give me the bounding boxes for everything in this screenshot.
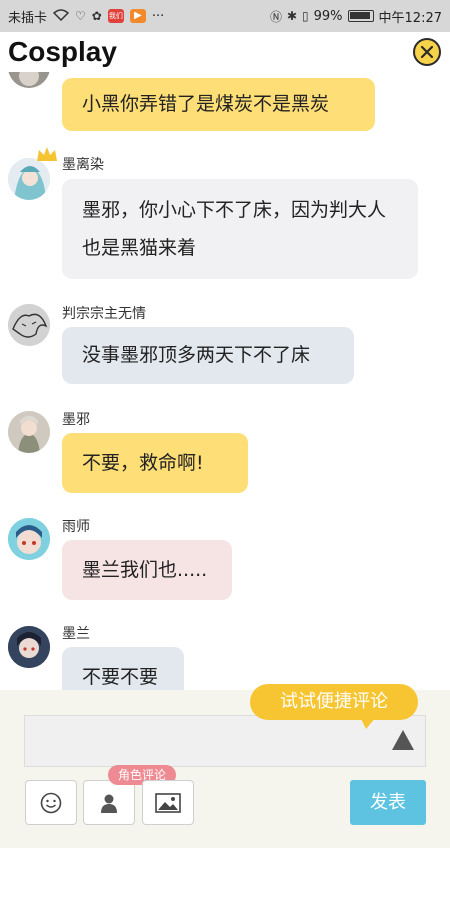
avatar[interactable] <box>8 304 50 346</box>
username: 雨师 <box>62 519 90 535</box>
send-triangle-icon[interactable] <box>392 730 414 750</box>
username: 墨兰 <box>62 626 90 642</box>
message-bubble[interactable]: 没事墨邪顶多两天下不了床 <box>62 327 354 384</box>
page-title: Cosplay <box>8 36 117 67</box>
image-icon <box>155 792 181 813</box>
role-comment-button[interactable] <box>83 780 135 825</box>
username: 墨邪 <box>62 412 90 428</box>
quick-comment-tip[interactable]: 试试便捷评论 <box>250 684 418 729</box>
close-icon <box>420 45 434 59</box>
publish-button[interactable]: 发表 <box>350 780 426 825</box>
image-button[interactable] <box>142 780 194 825</box>
person-icon <box>101 794 117 813</box>
app-notification-icon: ✿ <box>91 9 102 23</box>
more-notifications: ··· <box>151 8 165 24</box>
chat-list[interactable]: 小黑你弄错了是煤炭不是黑炭 墨离染 墨邪，你小心下不了床，因为判大人也是黑猫来着… <box>0 72 450 690</box>
carrier-label: 未插卡 <box>8 10 48 26</box>
close-button[interactable] <box>413 38 441 66</box>
status-bar: 未插卡 ♡ ✿ 我们 ▶ ··· Ⓝ ✱ ▯ 99% 中午12:27 <box>0 0 450 32</box>
message-bubble[interactable]: 不要，救命啊! <box>62 433 248 493</box>
username: 判宗宗主无情 <box>62 306 146 322</box>
header: Cosplay <box>0 32 450 72</box>
avatar[interactable] <box>8 411 50 453</box>
bluetooth-icon: ✱ <box>286 9 298 23</box>
message-bubble[interactable]: 墨邪，你小心下不了床，因为判大人也是黑猫来着 <box>62 179 418 279</box>
emoji-icon <box>40 792 62 813</box>
screen: 未插卡 ♡ ✿ 我们 ▶ ··· Ⓝ ✱ ▯ 99% 中午12:27 Cospl… <box>0 0 450 900</box>
bottom-spacer <box>0 848 450 900</box>
crown-icon <box>36 146 58 166</box>
video-app-icon: ▶ <box>129 9 146 23</box>
battery-percent: 99% <box>313 8 343 24</box>
battery-icon <box>347 10 374 22</box>
avatar[interactable] <box>8 626 50 668</box>
comment-input-area: 试试便捷评论 角色评论 发表 <box>0 684 450 848</box>
heart-icon: ♡ <box>75 9 86 23</box>
username: 墨离染 <box>62 157 104 173</box>
vibrate-icon: ▯ <box>302 9 309 23</box>
app-badge-icon: 我们 <box>107 9 124 23</box>
message-bubble[interactable]: 小黑你弄错了是煤炭不是黑炭 <box>62 78 375 131</box>
avatar[interactable] <box>8 518 50 560</box>
avatar[interactable] <box>8 72 50 88</box>
clock: 中午12:27 <box>378 10 442 26</box>
nfc-icon: Ⓝ <box>269 9 282 24</box>
emoji-button[interactable] <box>25 780 77 825</box>
message-bubble[interactable]: 不要不要 <box>62 647 184 690</box>
message-bubble[interactable]: 墨兰我们也..... <box>62 540 232 600</box>
wifi-icon <box>52 8 70 24</box>
